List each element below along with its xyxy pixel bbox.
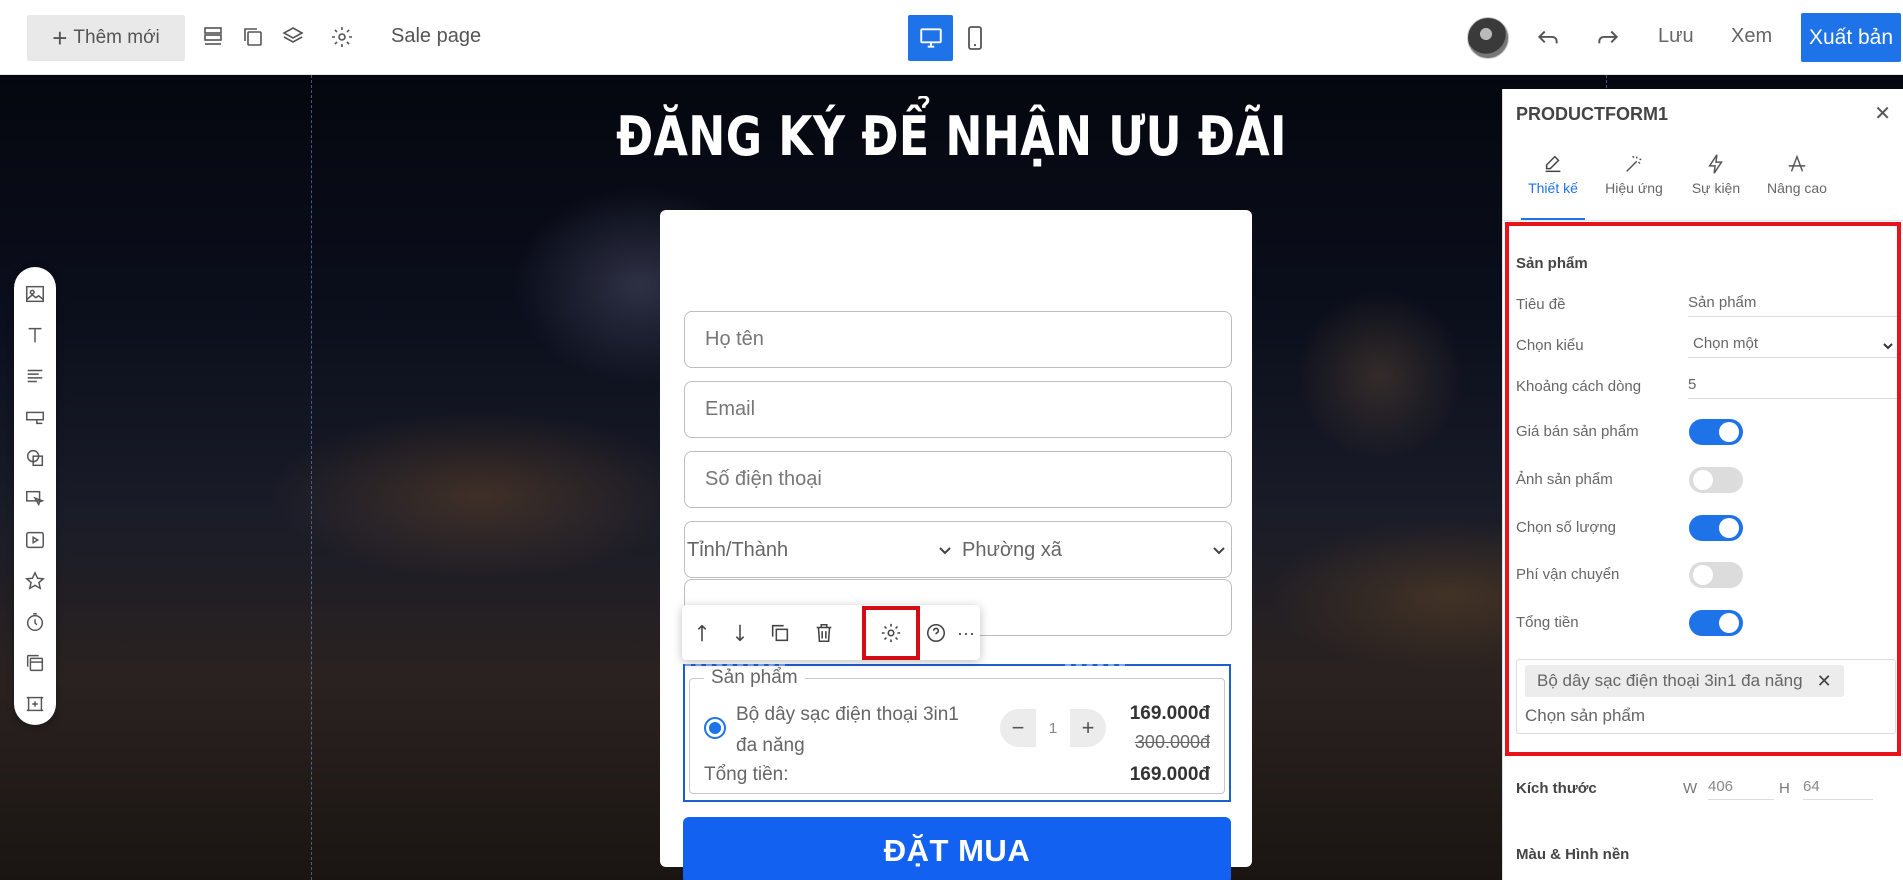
panel-tabs: Thiết kế Hiệu ứng Sự kiện Nâng cao — [1503, 149, 1903, 221]
chevron-down-icon[interactable] — [1211, 542, 1227, 558]
tab-advanced[interactable]: Nâng cao — [1759, 149, 1835, 196]
selection-dash — [1065, 664, 1125, 666]
sections-icon[interactable] — [198, 22, 228, 52]
trash-icon[interactable] — [810, 619, 838, 647]
image-icon[interactable] — [22, 281, 48, 307]
height-input[interactable]: 64 — [1803, 776, 1873, 800]
move-up-icon[interactable] — [688, 619, 716, 647]
add-new-button[interactable]: + Thêm mới — [27, 15, 185, 61]
plus-icon: + — [52, 23, 68, 53]
page-name[interactable]: Sale page — [391, 25, 481, 48]
desktop-view-button[interactable] — [908, 15, 953, 61]
lightning-icon — [1708, 154, 1723, 174]
product-fieldset: Sản phẩm Bộ dây sạc điện thoại 3in1 đa n… — [689, 667, 1225, 794]
button-icon[interactable] — [22, 404, 48, 430]
tab-events-label: Sự kiện — [1691, 180, 1741, 196]
text-icon[interactable] — [22, 322, 48, 348]
submit-order-button[interactable]: ĐẶT MUA — [683, 817, 1231, 880]
product-form-card: Họ tên Email Số điện thoại Tỉnh/Thành Ph… — [660, 210, 1252, 880]
close-icon[interactable]: ✕ — [1874, 101, 1891, 126]
tab-events[interactable]: Sự kiện — [1686, 149, 1746, 196]
tab-effects[interactable]: Hiệu ứng — [1599, 149, 1669, 196]
width-input[interactable]: 406 — [1708, 776, 1774, 800]
ward-select[interactable]: Phường xã — [962, 539, 1062, 562]
page-headline[interactable]: ĐĂNG KÝ ĐỂ NHẬN ƯU ĐÃI — [171, 105, 1731, 168]
settings-gear-icon[interactable] — [327, 22, 357, 52]
province-select[interactable]: Tỉnh/Thành — [687, 539, 788, 562]
quantity-value[interactable]: 1 — [1036, 709, 1070, 747]
interactive-icon[interactable] — [22, 486, 48, 512]
more-icon[interactable]: ··· — [952, 619, 980, 647]
publish-button[interactable]: Xuất bản — [1801, 13, 1901, 62]
duplicate-icon[interactable] — [766, 619, 794, 647]
video-icon[interactable] — [22, 527, 48, 553]
quantity-stepper: − 1 + — [1000, 709, 1106, 747]
mobile-icon — [968, 26, 982, 50]
product-name: Bộ dây sạc điện thoại 3in1 đa năng — [736, 704, 959, 756]
product-legend: Sản phẩm — [704, 667, 805, 689]
product-selector[interactable]: Sản phẩm Bộ dây sạc điện thoại 3in1 đa n… — [683, 664, 1231, 802]
panel-title: PRODUCTFORM1 — [1516, 104, 1668, 124]
element-toolbar-left — [14, 267, 56, 725]
layers-icon[interactable] — [278, 22, 308, 52]
star-icon[interactable] — [22, 568, 48, 594]
phone-field[interactable]: Số điện thoại — [684, 451, 1232, 508]
undo-icon[interactable] — [1532, 22, 1564, 54]
total-value: 169.000đ — [1129, 764, 1210, 785]
active-tab-indicator — [1521, 218, 1585, 220]
tab-advanced-label: Nâng cao — [1767, 180, 1827, 196]
user-avatar[interactable] — [1467, 17, 1509, 59]
email-field[interactable]: Email — [684, 381, 1232, 438]
color-section-title: Màu & Hình nền — [1516, 846, 1630, 863]
desktop-icon — [919, 28, 942, 48]
preview-button[interactable]: Xem — [1731, 25, 1772, 48]
plus-button[interactable]: + — [1078, 715, 1098, 741]
paragraph-icon[interactable] — [22, 363, 48, 389]
frame-icon[interactable] — [22, 691, 48, 717]
guide-line — [311, 75, 312, 880]
chevron-down-icon[interactable] — [937, 542, 953, 558]
minus-button[interactable]: − — [1008, 715, 1028, 741]
pages-icon[interactable] — [238, 22, 268, 52]
highlight-box — [1505, 222, 1901, 756]
advanced-icon — [1788, 154, 1806, 172]
product-old-price: 300.000đ — [1134, 732, 1210, 752]
tab-effects-label: Hiệu ứng — [1605, 180, 1663, 196]
section-icon[interactable] — [22, 650, 48, 676]
edit-icon — [1545, 155, 1561, 173]
selection-dash — [685, 664, 785, 666]
highlight-box — [862, 606, 920, 660]
element-action-toolbar: ··· — [682, 605, 980, 660]
redo-icon[interactable] — [1592, 22, 1624, 54]
mobile-view-button[interactable] — [960, 15, 990, 61]
address-select-row: Tỉnh/Thành Phường xã — [684, 521, 1232, 578]
height-label: H — [1779, 780, 1790, 797]
help-icon[interactable] — [922, 619, 950, 647]
total-label: Tổng tiền: — [704, 764, 789, 785]
shape-icon[interactable] — [22, 445, 48, 471]
move-down-icon[interactable] — [726, 619, 754, 647]
size-section-title: Kích thước — [1516, 780, 1597, 797]
save-button[interactable]: Lưu — [1658, 25, 1694, 48]
countdown-icon[interactable] — [22, 609, 48, 635]
add-new-label: Thêm mới — [73, 27, 160, 48]
top-toolbar: + Thêm mới Sale page Lưu Xem Xuất bản — [0, 0, 1903, 75]
tab-design-label: Thiết kế — [1528, 180, 1578, 196]
product-radio[interactable] — [704, 717, 726, 739]
tab-design[interactable]: Thiết kế — [1521, 149, 1585, 196]
name-field[interactable]: Họ tên — [684, 311, 1232, 368]
product-price: 169.000đ — [1129, 703, 1210, 724]
magic-wand-icon — [1626, 155, 1642, 172]
width-label: W — [1683, 780, 1698, 797]
